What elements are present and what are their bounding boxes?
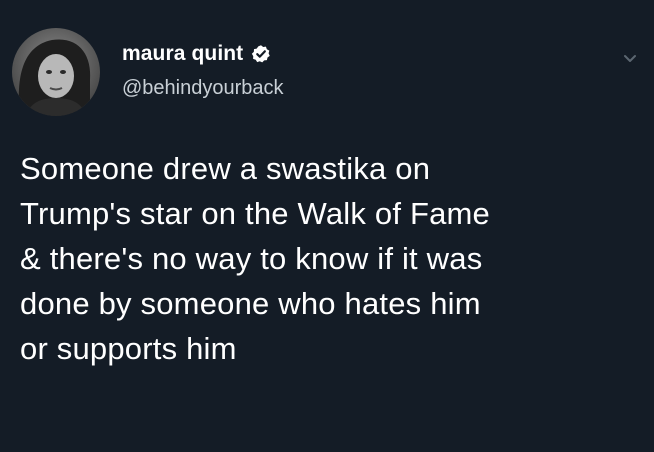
tweet-header: maura quint @behindyourback xyxy=(12,28,284,116)
handle[interactable]: @behindyourback xyxy=(122,77,284,100)
name-row: maura quint xyxy=(122,42,284,66)
tweet-card: maura quint @behindyourback Someone drew… xyxy=(0,0,654,452)
avatar[interactable] xyxy=(12,28,100,116)
author-names: maura quint @behindyourback xyxy=(122,42,284,100)
display-name[interactable]: maura quint xyxy=(122,42,243,66)
avatar-photo-icon xyxy=(12,28,100,116)
chevron-down-icon[interactable] xyxy=(622,50,638,66)
tweet-text: Someone drew a swastika on Trump's star … xyxy=(20,151,490,366)
verified-badge-icon xyxy=(251,44,271,64)
